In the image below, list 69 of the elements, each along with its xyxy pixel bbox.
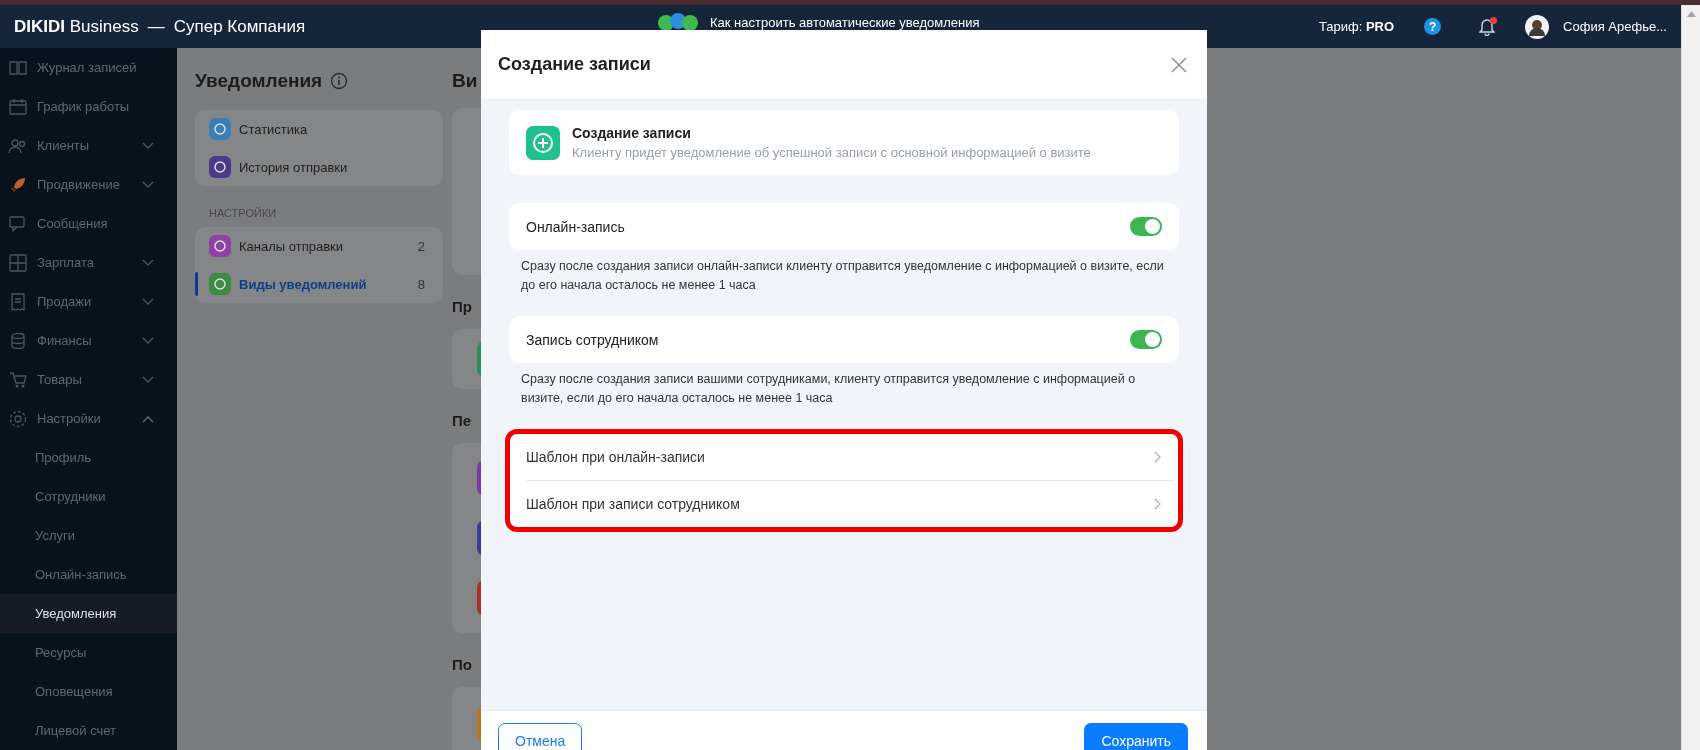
sidebar-item[interactable]: Услуги	[0, 516, 177, 555]
cart-icon	[8, 369, 28, 390]
user-name[interactable]: София Арефье...	[1563, 19, 1667, 34]
sidebar-item[interactable]: Онлайн-запись	[0, 555, 177, 594]
settings-icon	[8, 408, 28, 429]
menu-item[interactable]: Виды уведомлений 8	[195, 265, 443, 303]
help-icon[interactable]: ?	[1424, 18, 1442, 35]
sidebar-item[interactable]: Лицевой счет	[0, 711, 177, 750]
company-name: Супер Компания	[173, 16, 306, 37]
sidebar-item[interactable]: График работы	[0, 87, 177, 126]
menu-item[interactable]: История отправки	[195, 148, 443, 186]
sidebar-item[interactable]: Финансы	[0, 321, 177, 360]
chart-icon	[209, 118, 231, 140]
sidebar-item[interactable]: Журнал записей	[0, 48, 177, 87]
toggle-switch[interactable]	[1130, 217, 1162, 236]
sidebar-item[interactable]: Продвижение	[0, 165, 177, 204]
toggle-description: Сразу после создания записи вашими сотрудниками, клиенту отправится уведомление с информацией о визите, если до его начала осталось не менее 1 часа	[521, 371, 1137, 407]
section-heading: Ви	[452, 69, 479, 93]
template-item[interactable]: Шаблон при записи сотрудником	[514, 481, 1174, 527]
receipt-icon	[8, 291, 28, 312]
calendar-icon	[8, 96, 28, 117]
toggle-switch[interactable]	[1130, 330, 1162, 349]
item-count: 2	[417, 238, 425, 254]
panel-title: Уведомления	[195, 70, 323, 92]
card-description: Клиенту придет уведомление об успешной записи с основной информацией о визите	[572, 145, 1091, 160]
title-separator: —	[147, 16, 165, 37]
sidebar-item[interactable]: Сотрудники	[0, 477, 177, 516]
section-heading: Пр	[452, 297, 473, 317]
clock-icon	[209, 156, 231, 178]
coins-icon	[8, 330, 28, 351]
save-button[interactable]: Сохранить	[1084, 723, 1188, 750]
item-count: 8	[417, 276, 425, 292]
sidebar-item[interactable]: Настройки	[0, 399, 177, 438]
help-link[interactable]: Как настроить автоматические уведомления	[710, 14, 980, 30]
info-icon[interactable]	[330, 72, 349, 90]
template-item[interactable]: Шаблон при онлайн-записи	[514, 434, 1174, 480]
toggle-label: Запись сотрудником	[526, 331, 660, 348]
card-title: Создание записи	[572, 125, 692, 141]
cancel-button[interactable]: Отмена	[498, 723, 583, 750]
chevron-right-icon	[1154, 498, 1162, 510]
list-icon	[209, 273, 231, 295]
plus-icon	[526, 125, 560, 160]
section-heading: Пе	[452, 411, 473, 431]
user-avatar-icon[interactable]	[1525, 14, 1550, 39]
messenger-icons-icon	[656, 12, 700, 32]
toggle-label: Онлайн-запись	[526, 218, 626, 235]
sidebar-item[interactable]: Сообщения	[0, 204, 177, 243]
section-heading: По	[452, 655, 473, 675]
toggle-description: Сразу после создания записи онлайн-записи клиенту отправится уведомление с информацией о визите, если до его начала осталось не менее 1 часа	[521, 258, 1165, 294]
modal-title: Создание записи	[498, 54, 652, 75]
brand-logo[interactable]: DIKIDI Business	[14, 16, 139, 37]
notifications-bell-icon[interactable]	[1479, 17, 1496, 36]
sidebar-item[interactable]: Клиенты	[0, 126, 177, 165]
sidebar-item[interactable]: Продажи	[0, 282, 177, 321]
sidebar-item[interactable]: Уведомления	[0, 594, 177, 633]
close-icon[interactable]	[1171, 56, 1187, 73]
sidebar-item[interactable]: Оповещения	[0, 672, 177, 711]
envelope-icon	[209, 235, 231, 257]
sidebar-item[interactable]: Ресурсы	[0, 633, 177, 672]
sidebar-item[interactable]: Профиль	[0, 438, 177, 477]
plan-label: Тариф: PRO	[1318, 19, 1395, 34]
chevron-right-icon	[1154, 451, 1162, 463]
menu-item[interactable]: Каналы отправки 2	[195, 227, 443, 265]
chat-icon	[8, 213, 28, 234]
sidebar-item[interactable]: Зарплата	[0, 243, 177, 282]
menu-item[interactable]: Статистика	[195, 110, 443, 148]
sidebar-item[interactable]: Товары	[0, 360, 177, 399]
scroll-up-icon[interactable]	[1686, 11, 1696, 17]
calculator-icon	[8, 252, 28, 273]
